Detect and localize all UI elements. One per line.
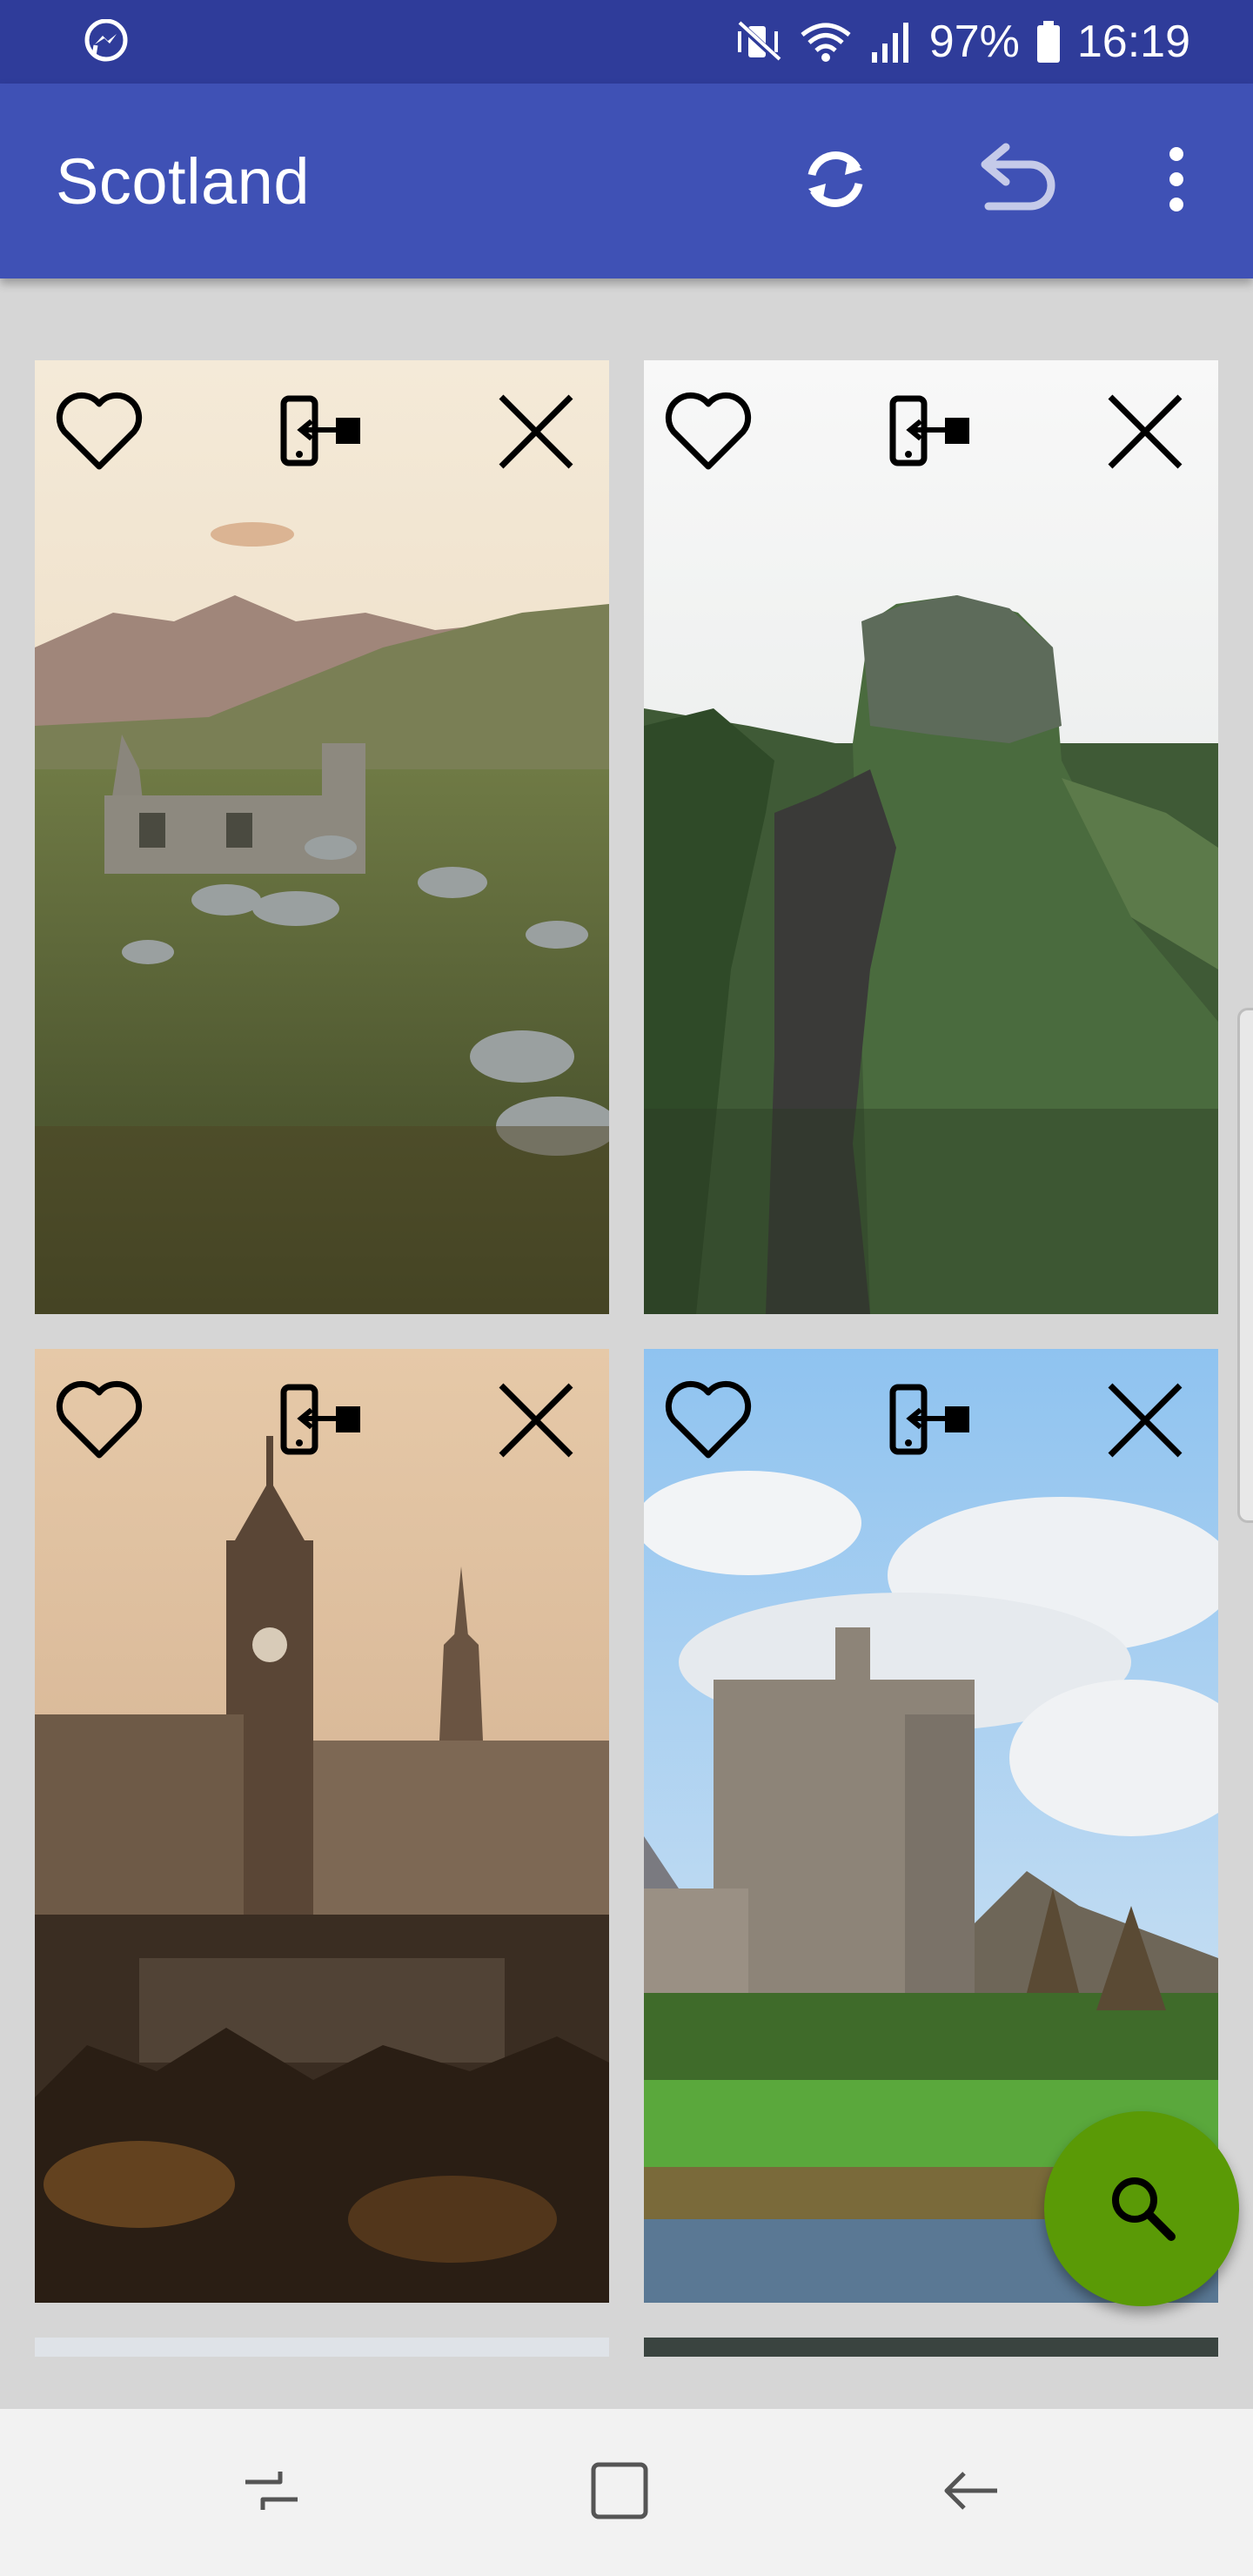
- page-title: Scotland: [56, 145, 310, 218]
- vibrate-mute-icon: [734, 19, 783, 64]
- wifi-icon: [799, 19, 853, 64]
- wallpaper-card[interactable]: [644, 360, 1218, 1314]
- set-wallpaper-button[interactable]: [879, 381, 983, 486]
- dismiss-button[interactable]: [484, 1370, 588, 1474]
- wallpaper-image: [644, 2338, 1218, 2357]
- dismiss-button[interactable]: [1093, 1370, 1197, 1474]
- refresh-button[interactable]: [790, 136, 881, 226]
- set-wallpaper-icon: [888, 395, 975, 473]
- scrollbar-thumb[interactable]: [1237, 1008, 1253, 1523]
- dismiss-button[interactable]: [484, 381, 588, 486]
- battery-icon: [1035, 19, 1062, 64]
- set-wallpaper-button[interactable]: [270, 381, 374, 486]
- back-button[interactable]: [922, 2444, 1020, 2541]
- signal-icon: [868, 19, 914, 64]
- heart-icon: [660, 388, 756, 480]
- wallpaper-card[interactable]: [35, 2338, 609, 2357]
- favorite-button[interactable]: [656, 381, 761, 486]
- favorite-button[interactable]: [656, 1370, 761, 1474]
- app-bar: Scotland: [0, 84, 1253, 278]
- close-icon: [1102, 388, 1189, 480]
- home-button[interactable]: [571, 2444, 668, 2541]
- heart-icon: [51, 1377, 147, 1468]
- wallpaper-image: [35, 2338, 609, 2357]
- wallpaper-image: [35, 1349, 609, 2303]
- back-icon: [936, 2456, 1006, 2530]
- wallpaper-grid: [0, 278, 1253, 2409]
- favorite-button[interactable]: [47, 381, 151, 486]
- wallpaper-card[interactable]: [35, 1349, 609, 2303]
- recents-icon: [237, 2456, 306, 2530]
- recents-button[interactable]: [223, 2444, 320, 2541]
- status-bar: 97% 16:19: [0, 0, 1253, 84]
- clock: 16:19: [1076, 17, 1190, 67]
- search-button[interactable]: [1044, 2111, 1239, 2306]
- home-icon: [585, 2456, 654, 2530]
- set-wallpaper-icon: [278, 395, 365, 473]
- close-icon: [492, 1377, 580, 1468]
- close-icon: [492, 388, 580, 480]
- wallpaper-image: [35, 360, 609, 1314]
- navigation-bar: [0, 2409, 1253, 2576]
- wallpaper-card[interactable]: [644, 2338, 1218, 2357]
- heart-icon: [51, 388, 147, 480]
- favorite-button[interactable]: [47, 1370, 151, 1474]
- more-options-button[interactable]: [1131, 136, 1222, 226]
- undo-button[interactable]: [971, 136, 1062, 226]
- close-icon: [1102, 1377, 1189, 1468]
- set-wallpaper-button[interactable]: [879, 1370, 983, 1474]
- wallpaper-image: [644, 360, 1218, 1314]
- heart-icon: [660, 1377, 756, 1468]
- undo-icon: [973, 140, 1060, 223]
- wallpaper-card[interactable]: [35, 360, 609, 1314]
- set-wallpaper-icon: [888, 1384, 975, 1461]
- dismiss-button[interactable]: [1093, 381, 1197, 486]
- set-wallpaper-button[interactable]: [270, 1370, 374, 1474]
- more-vert-icon: [1159, 140, 1194, 223]
- refresh-icon: [796, 140, 874, 223]
- set-wallpaper-icon: [278, 1384, 365, 1461]
- messenger-icon: [84, 18, 129, 64]
- search-icon: [1105, 2170, 1178, 2248]
- battery-percentage: 97%: [928, 17, 1020, 67]
